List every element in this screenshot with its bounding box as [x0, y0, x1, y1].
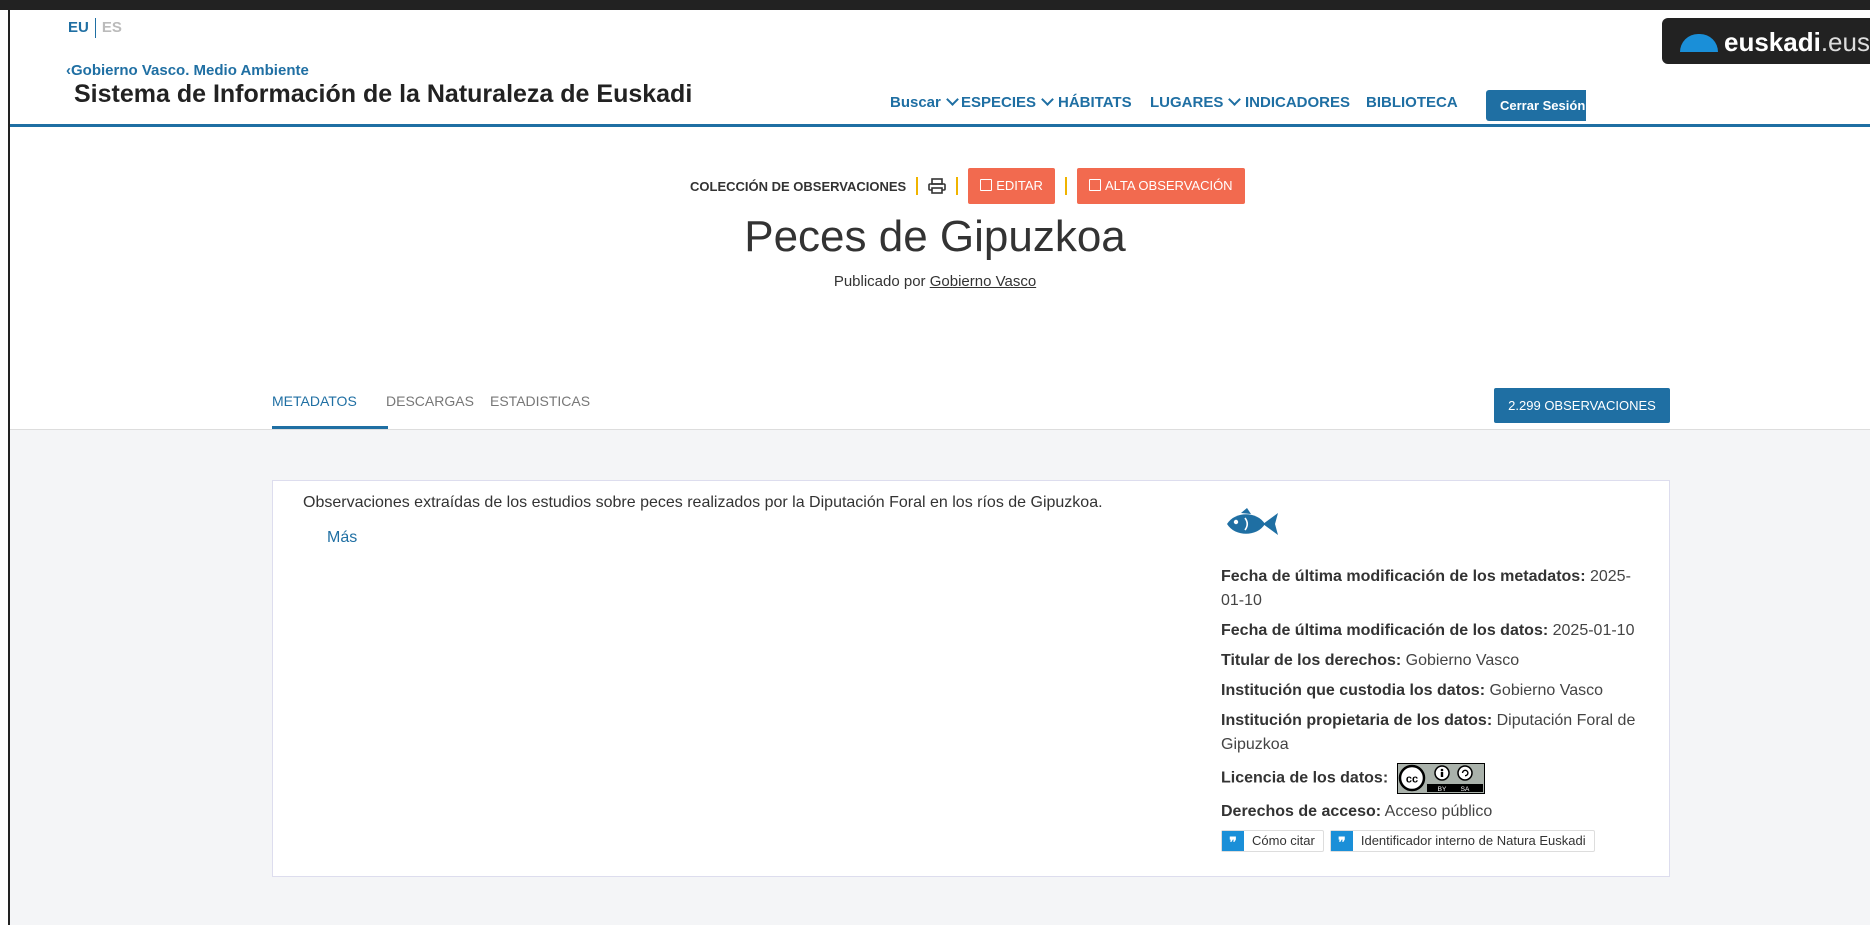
custodian-row: Institución que custodia los datos: Gobi…	[1221, 679, 1641, 703]
metadata-card: Observaciones extraídas de los estudios …	[272, 480, 1670, 877]
separator	[1064, 177, 1067, 195]
license-by-text: BY	[1437, 786, 1446, 793]
access-rights-value: Acceso público	[1384, 803, 1493, 820]
nav-indicadores[interactable]: INDICADORES	[1245, 94, 1350, 111]
published-by-label: Publicado por	[833, 273, 926, 290]
internal-id-button[interactable]: ❞ Identificador interno de Natura Euskadi	[1329, 830, 1595, 852]
license-row: Licencia de los datos: cc BY SA	[1221, 763, 1641, 794]
license-label: Licencia de los datos:	[1221, 769, 1389, 787]
more-link[interactable]: Más	[327, 529, 357, 547]
brand-light: .eus	[1820, 27, 1870, 57]
owner-label: Institución propietaria de los datos:	[1221, 712, 1493, 729]
collection-type-label: COLECCIÓN DE OBSERVACIONES	[690, 178, 907, 194]
access-rights-label: Derechos de acceso:	[1221, 803, 1382, 820]
edit-icon	[1088, 179, 1101, 191]
separator	[956, 177, 959, 195]
nav-buscar[interactable]: Buscar	[890, 93, 959, 111]
observations-count-button[interactable]: 2.299 OBSERVACIONES	[1494, 388, 1670, 423]
license-sa-text: SA	[1460, 786, 1469, 793]
quote-icon: ❞	[1222, 831, 1244, 851]
svg-text:cc: cc	[1405, 774, 1417, 786]
chevron-down-icon	[945, 93, 959, 106]
nav-habitats[interactable]: HÁBITATS	[1058, 94, 1132, 111]
cc-by-sa-license-icon[interactable]: cc BY SA	[1396, 763, 1485, 794]
published-by: Publicado por Gobierno Vasco	[0, 273, 1870, 290]
site-header: EU ES ‹Gobierno Vasco. Medio Ambiente Sis…	[10, 10, 1870, 127]
data-modified-value: 2025-01-10	[1552, 622, 1635, 639]
tab-descargas[interactable]: DESCARGAS	[386, 393, 474, 409]
quote-icon: ❞	[1330, 831, 1353, 851]
collection-actions: COLECCIÓN DE OBSERVACIONES EDITAR ALTA O…	[690, 168, 1245, 204]
chevron-down-icon	[1228, 93, 1242, 106]
top-frame-border	[0, 0, 1870, 10]
citation-buttons: ❞ Cómo citar ❞ Identificador interno de Na…	[1221, 830, 1641, 852]
page-title: Peces de Gipuzkoa	[744, 212, 1126, 261]
language-switcher: EU ES	[68, 18, 122, 38]
page: EU ES ‹Gobierno Vasco. Medio Ambiente Sis…	[0, 0, 1870, 925]
lang-divider	[94, 18, 96, 38]
nav-buscar-label: Buscar	[890, 94, 941, 111]
site-title[interactable]: Sistema de Información de la Naturaleza …	[74, 80, 692, 109]
logout-button[interactable]: Cerrar Sesión	[1486, 90, 1586, 121]
access-rights-row: Derechos de acceso: Acceso público	[1221, 800, 1641, 824]
internal-id-label: Identificador interno de Natura Euskadi	[1360, 833, 1586, 848]
metadata-modified-label: Fecha de última modificación de los meta…	[1221, 568, 1586, 585]
edit-button-label: EDITAR	[996, 178, 1043, 193]
owner-row: Institución propietaria de los datos: Di…	[1221, 709, 1641, 757]
data-modified-label: Fecha de última modificación de los dato…	[1221, 622, 1549, 639]
tab-estadisticas[interactable]: ESTADISTICAS	[490, 393, 590, 409]
nav-lugares[interactable]: LUGARES	[1150, 93, 1242, 111]
brand-bold: euskadi	[1724, 27, 1821, 57]
edit-icon	[980, 179, 993, 191]
gov-link-label: Gobierno Vasco. Medio Ambiente	[71, 62, 309, 79]
new-observation-label: ALTA OBSERVACIÓN	[1104, 178, 1233, 193]
custodian-label: Institución que custodia los datos:	[1221, 682, 1486, 699]
nav-biblioteca[interactable]: BIBLIOTECA	[1366, 94, 1458, 111]
rights-holder-value: Gobierno Vasco	[1405, 652, 1520, 669]
metadata-modified-row: Fecha de última modificación de los meta…	[1221, 565, 1641, 613]
separator	[916, 177, 919, 195]
edit-button[interactable]: EDITAR	[968, 168, 1055, 204]
tab-metadatos[interactable]: METADATOS	[272, 393, 357, 409]
rights-holder-row: Titular de los derechos: Gobierno Vasco	[1221, 649, 1641, 673]
cite-how-button[interactable]: ❞ Cómo citar	[1221, 830, 1324, 852]
print-icon[interactable]	[928, 178, 947, 194]
chevron-down-icon	[1041, 93, 1054, 106]
publisher-link[interactable]: Gobierno Vasco	[930, 273, 1036, 290]
fish-icon	[1227, 508, 1278, 535]
custodian-value: Gobierno Vasco	[1489, 682, 1604, 699]
lang-eu-link[interactable]: EU	[68, 19, 89, 36]
euskadi-logo-icon	[1680, 34, 1718, 52]
cite-how-label: Cómo citar	[1252, 833, 1315, 848]
lang-es-link[interactable]: ES	[102, 19, 122, 36]
euskadi-brand[interactable]: euskadi.eus	[1662, 18, 1870, 64]
data-modified-row: Fecha de última modificación de los dato…	[1221, 619, 1641, 643]
new-observation-button[interactable]: ALTA OBSERVACIÓN	[1076, 168, 1245, 204]
metadata-list: Fecha de última modificación de los meta…	[1221, 565, 1641, 852]
collection-description: Observaciones extraídas de los estudios …	[303, 494, 1103, 511]
rights-holder-label: Titular de los derechos:	[1221, 652, 1402, 669]
nav-lugares-label: LUGARES	[1150, 94, 1224, 111]
gov-back-link[interactable]: ‹Gobierno Vasco. Medio Ambiente	[66, 62, 309, 79]
nav-especies[interactable]: ESPECIES	[961, 93, 1054, 111]
nav-especies-label: ESPECIES	[961, 94, 1037, 111]
